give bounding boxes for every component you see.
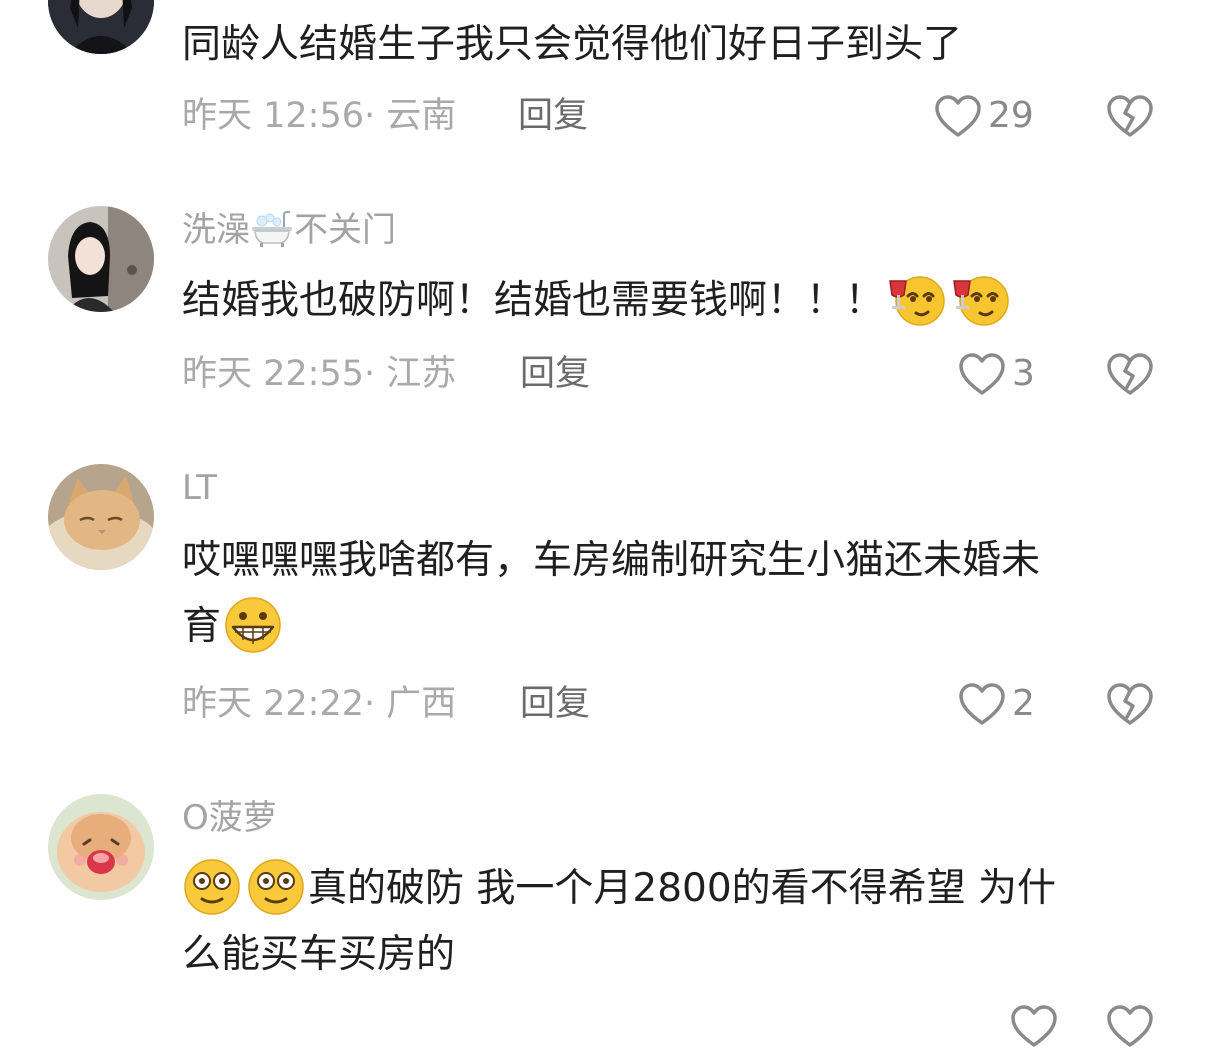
broken-heart-icon	[1107, 683, 1153, 725]
grin-emoji-icon	[223, 595, 283, 655]
comment-meta: 昨天 22:22· 广西	[182, 684, 457, 724]
dislike-button[interactable]	[1106, 1004, 1154, 1052]
comment-text: 同龄人结婚生子我只会觉得他们好日子到头了	[182, 22, 963, 67]
hamster-avatar-icon	[48, 794, 154, 900]
toast-emoji-icon	[950, 269, 1010, 329]
like-button[interactable]: 29	[934, 94, 1034, 138]
username[interactable]: LT	[182, 468, 217, 508]
broken-heart-icon	[1107, 1005, 1153, 1047]
toast-emoji-icon	[886, 269, 946, 329]
comment-meta: 昨天 22:55· 江苏	[182, 354, 457, 394]
like-count: 3	[1012, 353, 1035, 394]
username[interactable]: O菠萝	[182, 798, 277, 838]
like-count: 29	[988, 95, 1034, 136]
dislike-button[interactable]	[1106, 94, 1154, 142]
broken-heart-icon	[1107, 95, 1153, 137]
user-avatar-icon	[48, 206, 154, 312]
heart-icon	[959, 353, 1005, 395]
like-button[interactable]: 3	[958, 352, 1035, 396]
comment-text: 结婚我也破防啊！结婚也需要钱啊！！！	[182, 268, 1172, 334]
reply-button[interactable]: 回复	[520, 684, 590, 724]
dislike-button[interactable]	[1106, 682, 1154, 730]
bathtub-icon	[250, 209, 294, 249]
heart-icon	[959, 683, 1005, 725]
like-button[interactable]	[1010, 1004, 1058, 1048]
broken-heart-icon	[1107, 353, 1153, 395]
comment-text: 真的破防 我一个月2800的看不得希望 为什 么能买车买房的	[182, 856, 1172, 988]
like-button[interactable]: 2	[958, 682, 1035, 726]
avatar[interactable]	[48, 794, 154, 900]
like-count: 2	[1012, 683, 1035, 724]
user-avatar-icon	[48, 0, 154, 54]
heart-icon	[1011, 1005, 1057, 1047]
dizzy-emoji-icon	[246, 857, 306, 917]
reply-button[interactable]: 回复	[520, 354, 590, 394]
dizzy-emoji-icon	[182, 857, 242, 917]
comment-meta: 昨天 12:56· 云南	[182, 96, 457, 136]
avatar[interactable]	[48, 206, 154, 312]
avatar[interactable]	[48, 0, 154, 54]
heart-icon	[935, 95, 981, 137]
username[interactable]: 洗澡 不关门	[182, 210, 396, 252]
dislike-button[interactable]	[1106, 352, 1154, 400]
reply-button[interactable]: 回复	[518, 96, 588, 136]
comment-text: 哎嘿嘿嘿我啥都有，车房编制研究生小猫还未婚未 育	[182, 528, 1172, 660]
avatar[interactable]	[48, 464, 154, 570]
cat-avatar-icon	[48, 464, 154, 570]
